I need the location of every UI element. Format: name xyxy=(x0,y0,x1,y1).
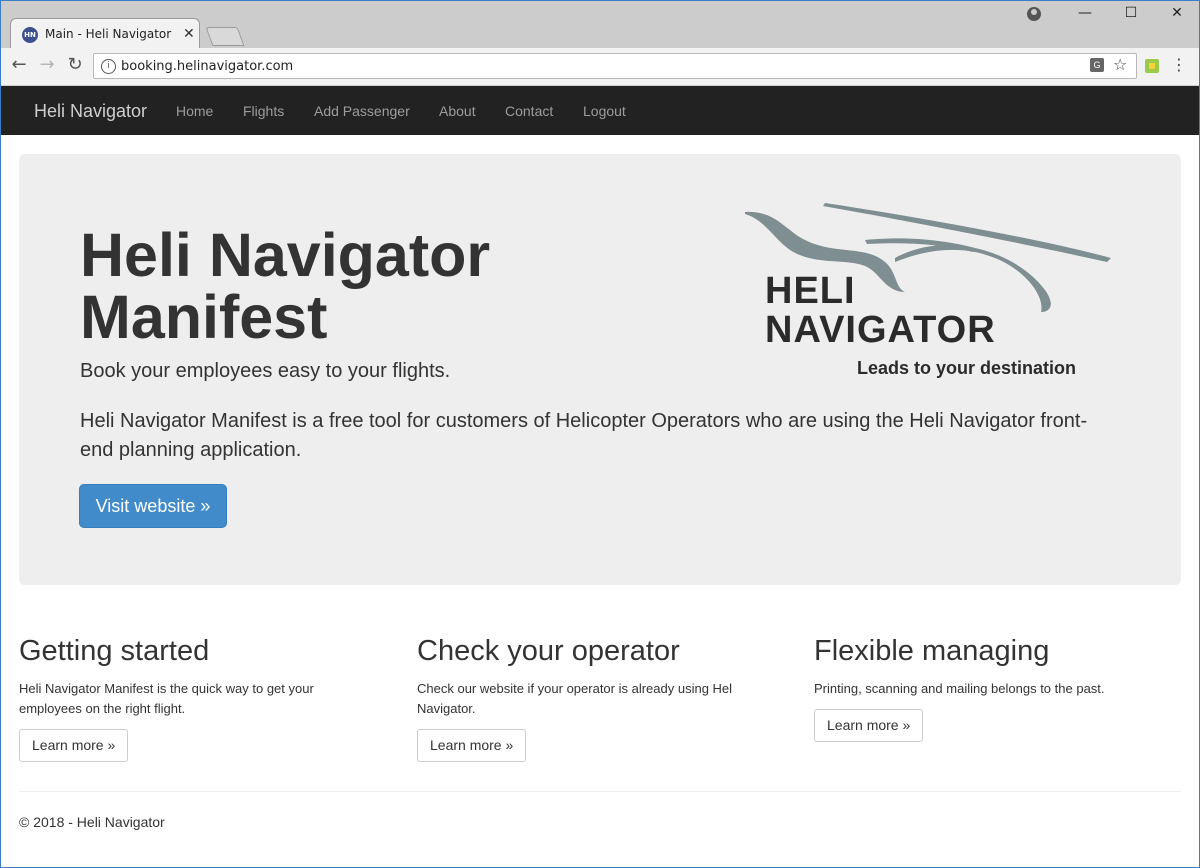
back-icon[interactable]: ← xyxy=(7,54,31,75)
title-bar: HN Main - Heli Navigator ✕ — ☐ ✕ xyxy=(1,1,1199,48)
hero-title: Heli Navigator Manifest xyxy=(80,224,640,348)
column-getting-started: Getting started Heli Navigator Manifest … xyxy=(19,633,379,762)
minimize-icon[interactable]: — xyxy=(1071,5,1099,21)
menu-icon[interactable]: ⋮ xyxy=(1171,55,1187,74)
footer-text: © 2018 - Heli Navigator xyxy=(19,814,165,830)
column-title: Flexible managing xyxy=(814,635,1050,667)
column-text: Heli Navigator Manifest is the quick way… xyxy=(19,681,314,716)
nav-link-logout[interactable]: Logout xyxy=(583,103,626,119)
footer-divider xyxy=(19,791,1181,792)
hero-lead: Book your employees easy to your flights… xyxy=(80,360,451,382)
site-navbar: Heli Navigator Home Flights Add Passenge… xyxy=(1,86,1199,135)
tab-close-icon[interactable]: ✕ xyxy=(183,25,195,42)
jumbotron: Heli Navigator Manifest Book your employ… xyxy=(19,154,1181,585)
nav-link-contact[interactable]: Contact xyxy=(505,103,553,119)
favicon-icon: HN xyxy=(22,27,38,43)
logo-line1: HELI xyxy=(765,270,856,312)
browser-window: HN Main - Heli Navigator ✕ — ☐ ✕ ← → ↻ i… xyxy=(0,0,1200,868)
logo-tagline: Leads to your destination xyxy=(857,358,1077,378)
translate-icon[interactable]: G xyxy=(1090,58,1104,72)
column-text: Printing, scanning and mailing belongs t… xyxy=(814,681,1105,696)
url-text[interactable]: booking.helinavigator.com xyxy=(121,59,293,74)
visit-website-button[interactable]: Visit website » xyxy=(79,484,227,528)
address-bar[interactable]: i booking.helinavigator.com G ☆ xyxy=(93,53,1137,79)
forward-icon[interactable]: → xyxy=(35,54,59,75)
heli-navigator-logo: HELI NAVIGATOR Leads to your destination xyxy=(745,200,1115,385)
nav-link-home[interactable]: Home xyxy=(176,103,213,119)
window-close-icon[interactable]: ✕ xyxy=(1163,5,1191,21)
column-title: Getting started xyxy=(19,635,210,667)
nav-link-add-passenger[interactable]: Add Passenger xyxy=(314,103,410,119)
maximize-icon[interactable]: ☐ xyxy=(1117,5,1145,21)
account-icon[interactable] xyxy=(1027,7,1041,21)
nav-link-about[interactable]: About xyxy=(439,103,476,119)
column-title: Check your operator xyxy=(417,635,680,667)
column-text: Check our website if your operator is al… xyxy=(417,681,733,716)
learn-more-button[interactable]: Learn more » xyxy=(19,729,129,762)
hero-title-line2: Manifest xyxy=(80,283,328,351)
browser-tab[interactable]: HN Main - Heli Navigator ✕ xyxy=(10,18,200,48)
hero-title-line1: Heli Navigator xyxy=(80,221,491,289)
column-flexible-managing: Flexible managing Printing, scanning and… xyxy=(814,633,1174,742)
browser-toolbar: ← → ↻ i booking.helinavigator.com G ☆ ⋮ xyxy=(1,48,1199,86)
info-icon[interactable]: i xyxy=(101,59,116,74)
new-tab-button[interactable] xyxy=(205,27,245,46)
star-icon[interactable]: ☆ xyxy=(1113,55,1127,74)
nav-link-flights[interactable]: Flights xyxy=(243,103,284,119)
hero-description: Heli Navigator Manifest is a free tool f… xyxy=(80,410,1088,461)
learn-more-button[interactable]: Learn more » xyxy=(814,709,924,742)
learn-more-button[interactable]: Learn more » xyxy=(417,729,527,762)
logo-line2: NAVIGATOR xyxy=(765,309,996,351)
reload-icon[interactable]: ↻ xyxy=(63,54,87,75)
tab-title: Main - Heli Navigator xyxy=(45,27,172,41)
navbar-brand[interactable]: Heli Navigator xyxy=(34,101,147,122)
column-check-operator: Check your operator Check our website if… xyxy=(417,633,777,762)
extension-icon[interactable] xyxy=(1145,59,1159,73)
